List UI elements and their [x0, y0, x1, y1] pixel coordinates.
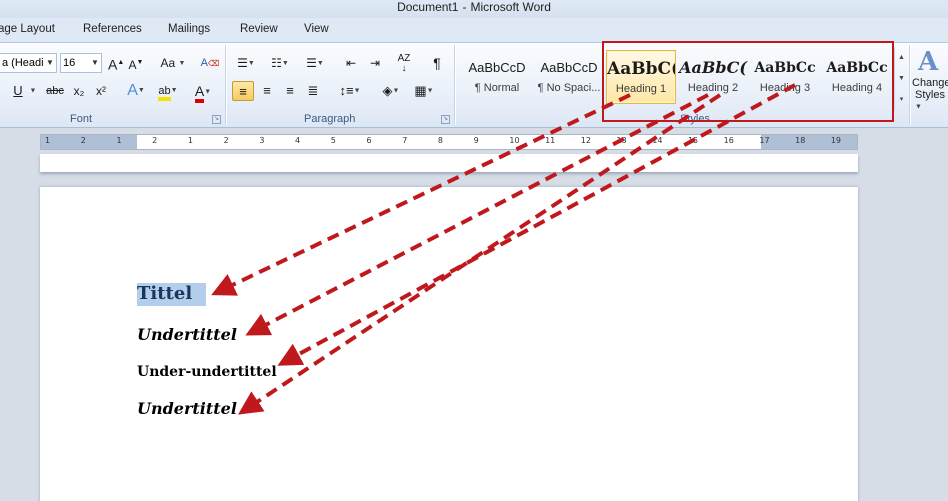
change-styles-label-2: Styles ▼: [915, 89, 945, 111]
ruler-tick: 2: [152, 136, 158, 145]
highlight-icon[interactable]: ab▼: [154, 81, 182, 101]
app-name: Microsoft Word: [470, 0, 551, 14]
ruler-tick: 15: [687, 136, 699, 145]
group-divider: [454, 45, 455, 125]
ruler-left-margin: [41, 135, 137, 149]
increase-indent-icon[interactable]: ⇥: [366, 53, 384, 73]
bullets-icon[interactable]: ☰▼: [234, 53, 258, 73]
style-name: ¶ No Spaci...: [537, 82, 601, 94]
gallery-more-icon[interactable]: ▾: [895, 89, 908, 110]
ruler-tick: 16: [723, 136, 734, 145]
heading-2-text[interactable]: Undertittel: [137, 325, 237, 344]
change-case-icon[interactable]: Aa ▼: [160, 53, 186, 73]
chevron-down-icon[interactable]: ▼: [45, 54, 55, 72]
paragraph-group-label: Paragraph: [304, 113, 356, 125]
line-spacing-icon[interactable]: ↕≡▼: [336, 81, 364, 101]
ruler-tick: 1: [116, 136, 122, 145]
style-normal[interactable]: AaBbCcD ¶ Normal: [462, 50, 532, 104]
horizontal-ruler[interactable]: 1 2 1 2 1 2 3 4 5 6 7 8 9 10 11 12 13 14 15 16 17 18 19: [40, 134, 858, 150]
ruler-tick: 3: [259, 136, 265, 145]
ruler-tick: 2: [223, 136, 229, 145]
decrease-indent-icon[interactable]: ⇤: [342, 53, 360, 73]
align-left-icon[interactable]: ≡: [232, 81, 254, 101]
chevron-down-icon[interactable]: ▼: [28, 81, 38, 101]
ruler-tick: 1: [45, 136, 51, 145]
font-group-label: Font: [70, 113, 93, 125]
previous-page-bottom: [40, 154, 858, 172]
numbering-icon[interactable]: ☷▼: [268, 53, 292, 73]
ruler-tick: 4: [295, 136, 301, 145]
font-size-value: 16: [63, 57, 76, 69]
ribbon-tabs: age Layout References Mailings Review Vi…: [0, 18, 948, 42]
document-name: Document1: [397, 0, 459, 14]
group-divider: [225, 45, 226, 125]
title-bar: Document1- Microsoft Word: [0, 0, 948, 18]
document-page[interactable]: Tittel Undertittel Under-undertittel Und…: [40, 187, 858, 501]
ruler-tick: 19: [830, 136, 842, 145]
font-dialog-launcher-icon[interactable]: ↘: [212, 115, 221, 124]
ruler-tick: 13: [616, 136, 627, 145]
ruler-tick: 5: [330, 136, 336, 145]
change-styles-label: Change: [912, 77, 948, 89]
shading-icon[interactable]: ◈▼: [376, 81, 406, 101]
heading-1-text[interactable]: Tittel: [137, 283, 207, 306]
gallery-scroll: ▲ ▼ ▾: [894, 47, 908, 111]
ruler-tick: 1: [187, 136, 193, 145]
tab-view[interactable]: View: [304, 23, 329, 35]
text-effects-icon[interactable]: A▼: [124, 81, 148, 101]
tab-references[interactable]: References: [83, 23, 142, 35]
tab-review[interactable]: Review: [240, 23, 278, 35]
style-no-spacing[interactable]: AaBbCcD ¶ No Spaci...: [534, 50, 604, 104]
gallery-down-icon[interactable]: ▼: [895, 68, 908, 89]
styles-highlight-frame: [602, 41, 894, 122]
paragraph-dialog-launcher-icon[interactable]: ↘: [441, 115, 450, 124]
font-name-combo[interactable]: a (Headi ▼: [0, 53, 57, 73]
ruler-area: 1 2 1 2 1 2 3 4 5 6 7 8 9 10 11 12 13 14 15 16 17 18 19: [0, 129, 948, 154]
ruler-tick: 7: [402, 136, 408, 145]
pilcrow-icon[interactable]: ¶: [428, 53, 446, 73]
tab-mailings[interactable]: Mailings: [168, 23, 210, 35]
grow-font-icon[interactable]: A▲: [108, 53, 124, 73]
chevron-down-icon[interactable]: ▼: [90, 54, 100, 72]
subscript-icon[interactable]: x₂: [70, 81, 88, 101]
font-size-combo[interactable]: 16 ▼: [60, 53, 102, 73]
superscript-icon[interactable]: x²: [92, 81, 110, 101]
font-name-value: a (Headi: [2, 57, 44, 69]
ruler-tick: 18: [795, 136, 806, 145]
underline-icon[interactable]: U: [10, 81, 26, 101]
borders-icon[interactable]: ▦▼: [410, 81, 438, 101]
justify-icon[interactable]: ≣: [304, 81, 322, 101]
group-divider: [909, 45, 910, 125]
align-right-icon[interactable]: ≡: [281, 81, 299, 101]
title-separator: -: [462, 0, 467, 14]
ruler-tick: 17: [759, 136, 770, 145]
align-center-icon[interactable]: ≡: [258, 81, 276, 101]
change-styles-button[interactable]: A Change Styles ▼: [912, 47, 948, 113]
ruler-tick: 12: [580, 136, 591, 145]
style-sample: AaBbCcD: [468, 60, 526, 75]
gallery-up-icon[interactable]: ▲: [895, 47, 908, 68]
shrink-font-icon[interactable]: A▼: [128, 53, 144, 73]
ruler-tick: 10: [509, 136, 520, 145]
heading-4-text[interactable]: Undertittel: [137, 399, 237, 418]
ruler-tick: 2: [80, 136, 86, 145]
multilevel-list-icon[interactable]: ☰▼: [302, 53, 328, 73]
style-name: ¶ Normal: [474, 82, 520, 94]
ruler-right-margin: [761, 135, 857, 149]
ruler-tick: 6: [366, 136, 372, 145]
sort-icon[interactable]: AZ ↓: [394, 53, 414, 74]
change-styles-icon: A: [918, 47, 939, 77]
heading-3-text[interactable]: Under-undertittel: [137, 364, 277, 380]
ruler-tick: 8: [437, 136, 443, 145]
ruler-tick: 11: [545, 136, 556, 145]
style-sample: AaBbCcD: [540, 60, 598, 75]
font-color-icon[interactable]: A▼: [190, 81, 216, 103]
ruler-tick: 9: [473, 136, 479, 145]
ruler-tick: 14: [652, 136, 663, 145]
tab-page-layout[interactable]: age Layout: [0, 23, 55, 35]
clear-formatting-icon[interactable]: A⌫: [200, 53, 220, 73]
strikethrough-icon[interactable]: abc: [44, 81, 66, 101]
